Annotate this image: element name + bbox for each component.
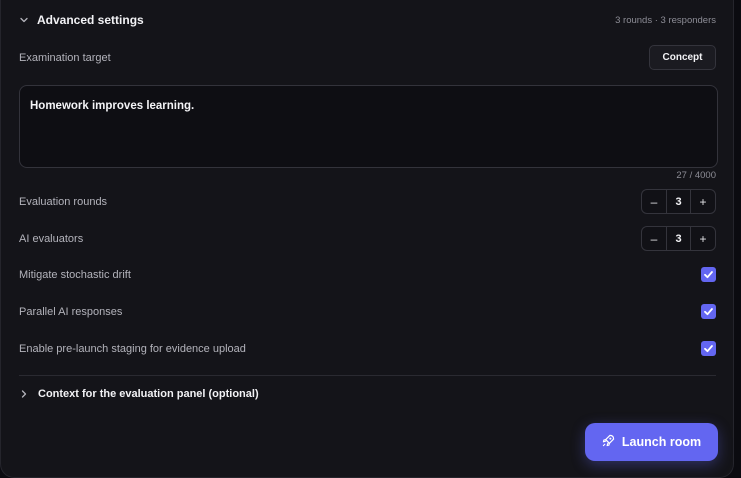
checkmark-icon	[704, 308, 713, 316]
evaluation-rounds-stepper: – 3 +	[641, 189, 716, 214]
advanced-settings-panel: Advanced settings 3 rounds · 3 responder…	[0, 0, 734, 478]
staging-checkbox[interactable]	[701, 341, 716, 356]
context-section-toggle[interactable]: Context for the evaluation panel (option…	[19, 388, 259, 400]
checkmark-icon	[704, 271, 713, 279]
drift-checkbox[interactable]	[701, 267, 716, 282]
evaluation-rounds-label: Evaluation rounds	[19, 195, 108, 208]
checkmark-icon	[704, 345, 713, 353]
ai-evaluators-decrement-button[interactable]: –	[642, 227, 666, 250]
ai-evaluators-row: AI evaluators – 3 +	[19, 226, 716, 251]
evaluation-rounds-decrement-button[interactable]: –	[642, 190, 666, 213]
rocket-icon	[602, 434, 615, 450]
launch-room-button[interactable]: Launch room	[585, 423, 718, 461]
advanced-settings-title: Advanced settings	[37, 13, 144, 27]
chevron-down-icon	[19, 15, 29, 25]
evaluation-rounds-value[interactable]: 3	[666, 190, 691, 213]
settings-summary: 3 rounds · 3 responders	[615, 14, 716, 26]
option-row-staging: Enable pre-launch staging for evidence u…	[19, 341, 716, 356]
chevron-right-icon	[19, 389, 29, 399]
launch-room-label: Launch room	[621, 435, 702, 449]
examination-target-row: Examination target Concept	[19, 45, 716, 70]
examination-target-label: Examination target	[19, 51, 111, 64]
advanced-settings-toggle[interactable]: Advanced settings	[19, 13, 144, 27]
evaluation-rounds-increment-button[interactable]: +	[691, 190, 715, 213]
ai-evaluators-label: AI evaluators	[19, 232, 84, 245]
option-row-drift: Mitigate stochastic drift	[19, 267, 716, 282]
option-label: Mitigate stochastic drift	[19, 268, 131, 281]
option-row-parallel: Parallel AI responses	[19, 304, 716, 319]
statement-textarea[interactable]: Homework improves learning.	[19, 85, 718, 168]
examination-target-select[interactable]: Concept	[649, 45, 716, 70]
option-label: Parallel AI responses	[19, 305, 123, 318]
parallel-responses-checkbox[interactable]	[701, 304, 716, 319]
ai-evaluators-value[interactable]: 3	[666, 227, 691, 250]
context-section-label: Context for the evaluation panel (option…	[38, 388, 259, 400]
option-label: Enable pre-launch staging for evidence u…	[19, 342, 246, 355]
evaluation-rounds-row: Evaluation rounds – 3 +	[19, 189, 716, 214]
page-edge	[734, 0, 741, 478]
ai-evaluators-stepper: – 3 +	[641, 226, 716, 251]
ai-evaluators-increment-button[interactable]: +	[691, 227, 715, 250]
section-divider	[19, 375, 716, 376]
character-counter: 27 / 4000	[676, 170, 716, 181]
advanced-settings-header: Advanced settings 3 rounds · 3 responder…	[19, 12, 716, 28]
